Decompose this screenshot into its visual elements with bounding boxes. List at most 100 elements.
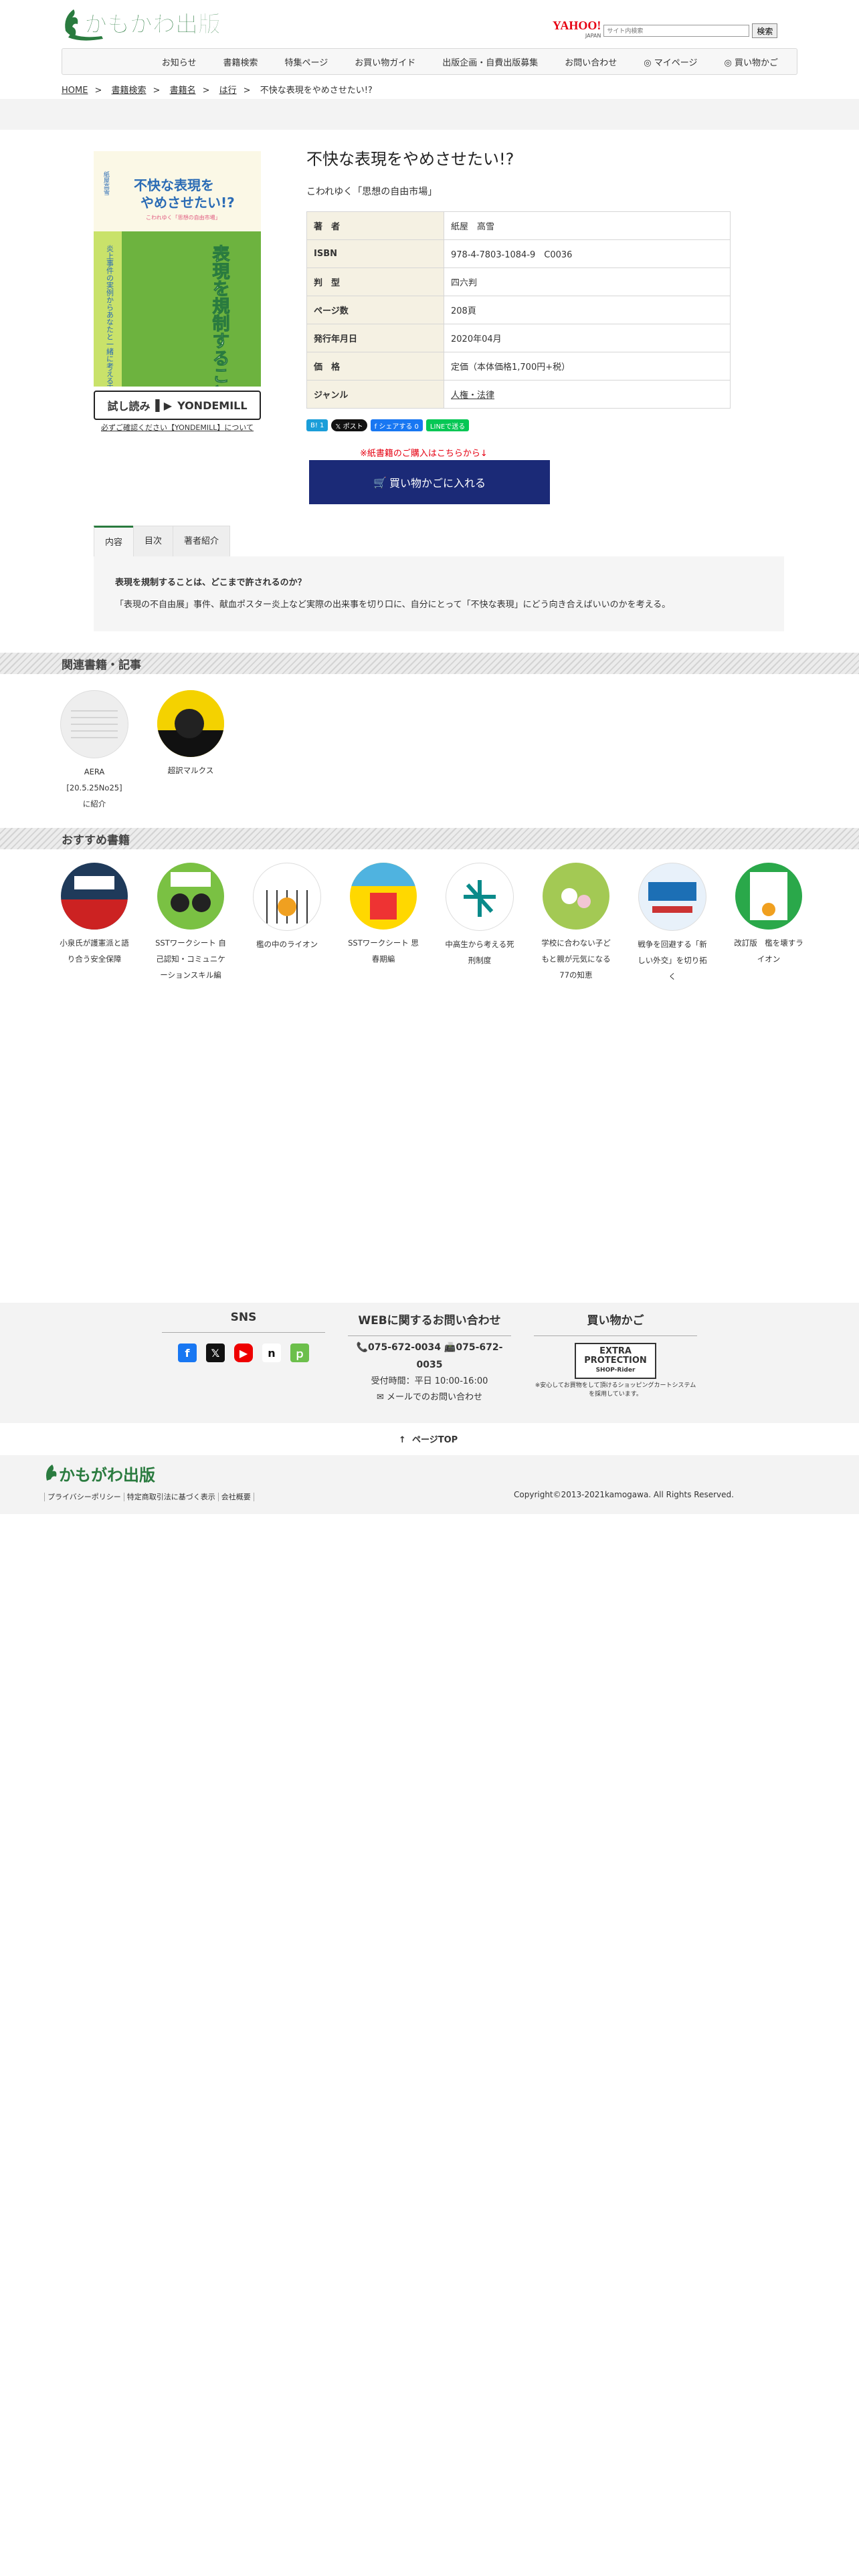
related-item[interactable]: 超訳マルクス (154, 690, 227, 778)
spec-row: 著 者紙屋 高雪 (306, 211, 731, 240)
footer: SNS f 𝕏 ▶ n ｐ WEBに関するお問い合わせ 📞075-672-003… (0, 1303, 859, 1423)
site-search: YAHOO!JAPAN 検索 (553, 19, 778, 41)
related-thumb (157, 690, 224, 757)
book-cover: 紙屋高雪 不快な表現を やめさせたい!? こわれゆく「思想の自由市場」 表現を規… (94, 151, 261, 387)
recommended-thumb (157, 863, 224, 930)
contact-title: WEBに関するお問い合わせ (348, 1311, 511, 1336)
extra-protection-badge: EXTRA PROTECTION SHOP-Rider (575, 1343, 656, 1379)
nav-shopping-guide[interactable]: お買い物ガイド (341, 56, 429, 68)
nav-features[interactable]: 特集ページ (271, 56, 341, 68)
breadcrumb-home[interactable]: HOME (62, 86, 88, 96)
tab-author[interactable]: 著者紹介 (173, 526, 231, 558)
spec-row: 判 型四六判 (306, 267, 731, 296)
site-logo[interactable]: かもがわ出版 (62, 4, 262, 43)
related-item[interactable]: AERA [20.5.25No25] に紹介 (58, 690, 131, 812)
tab-panel: 表現を規制することは、どこまで許されるのか？ 「表現の不自由展」事件、献血ポスタ… (94, 556, 784, 631)
spec-row: 価 格定価（本体価格1,700円+税） (306, 352, 731, 381)
tab-content[interactable]: 内容 (94, 526, 134, 558)
svg-text:かもがわ出版: かもがわ出版 (59, 1466, 155, 1485)
svg-text:不快な表現を: 不快な表現を (134, 177, 214, 193)
cart-title: 買い物かご (534, 1311, 697, 1336)
mail-icon: ✉ (376, 1392, 384, 1402)
nav-publishing[interactable]: 出版企画・自費出版募集 (429, 56, 551, 68)
recommended-item[interactable]: 檻の中のライオン (250, 863, 324, 952)
recommended-item[interactable]: 改訂版 檻を壊すライオン (732, 863, 805, 967)
recommended-thumb (253, 863, 321, 931)
recommended-thumb (61, 863, 128, 930)
add-to-cart-button[interactable]: 🛒 買い物かごに入れる (309, 460, 550, 504)
recommended-item[interactable]: 中高生から考える死刑制度 (443, 863, 516, 968)
hatena-button[interactable]: B! 1 (306, 419, 328, 431)
nav-cart[interactable]: ◎ 買い物かご (711, 56, 792, 68)
spec-row: ページ数 208頁 (306, 296, 731, 324)
svg-text:やめさせたい!?: やめさせたい!? (140, 195, 235, 211)
breadcrumb: HOME > 書籍検索 > 書籍名 > は行 > 不快な表現をやめさせたい!? (62, 86, 373, 96)
recommended-item[interactable]: SSTワークシート 自己認知・コミュニケーションスキル編 (154, 863, 227, 983)
recommended-thumb (350, 863, 417, 930)
yondemill-note-link[interactable]: 必ずご確認ください【YONDEMILL】について (94, 422, 261, 433)
facebook-icon[interactable]: f (178, 1344, 197, 1362)
note-icon[interactable]: n (262, 1344, 281, 1362)
related-thumb (60, 690, 128, 758)
spec-row: ISBN 978-4-7803-1084-9 C0036 (306, 239, 731, 268)
content-body: 「表現の不自由展」事件、献血ポスター炎上など実際の出来事を切り口に、自分にとって… (115, 600, 671, 610)
svg-text:こわれゆく「思想の自由市場」: こわれゆく「思想の自由市場」 (146, 214, 221, 221)
book-spec-table: 著 者紙屋 高雪 ISBN 978-4-7803-1084-9 C0036 判 型… (306, 211, 731, 409)
x-icon[interactable]: 𝕏 (206, 1344, 225, 1362)
x-post-button[interactable]: 𝕏 ポスト (331, 419, 367, 431)
svg-text:炎上事件の実例からあなたと一緒に考える表現の自由: 炎上事件の実例からあなたと一緒に考える表現の自由 (106, 245, 114, 387)
related-title: 関連書籍・記事 (62, 659, 141, 672)
recommended-item[interactable]: 学校に合わない子どもと親が元気になる77の知恵 (539, 863, 613, 983)
user-icon: ◎ (644, 58, 652, 68)
page-top-link[interactable]: ↑ ページTOP (399, 1432, 458, 1445)
arrow-up-icon: ↑ (399, 1435, 406, 1445)
fax-icon: 📠 (444, 1342, 456, 1353)
book-title: 不快な表現をやめさせたい!? (306, 150, 514, 169)
breadcrumb-search[interactable]: 書籍検索 (112, 86, 147, 96)
book-subtitle: こわれゆく「思想の自由市場」 (306, 187, 438, 197)
mail-contact-link[interactable]: ✉ メールでのお問い合わせ (348, 1390, 511, 1406)
nav-book-search[interactable]: 書籍検索 (209, 56, 271, 68)
line-share-button[interactable]: LINEで送る (425, 419, 470, 431)
yahoo-logo: YAHOO! JAPAN (553, 19, 601, 39)
facebook-share-button[interactable]: f シェアする 0 (370, 419, 423, 431)
footer-sns: SNS f 𝕏 ▶ n ｐ (162, 1311, 325, 1362)
breadcrumb-title[interactable]: 書籍名 (170, 86, 196, 96)
search-button[interactable]: 検索 (752, 23, 778, 38)
tab-toc[interactable]: 目次 (133, 526, 174, 558)
header-band (0, 99, 859, 130)
breadcrumb-current: 不快な表現をやめさせたい!? (260, 86, 373, 96)
genre-link[interactable]: 人権・法律 (451, 391, 494, 401)
blog-icon[interactable]: ｐ (290, 1344, 309, 1362)
svg-text:紙屋高雪: 紙屋高雪 (102, 171, 110, 196)
search-input[interactable] (603, 25, 750, 37)
detail-tabs: 内容 目次 著者紹介 (94, 526, 231, 558)
contact-hours: 受付時間：平日 10:00-16:00 (371, 1376, 488, 1386)
paper-book-note: ※紙書籍のご購入はこちらから↓ (360, 449, 488, 459)
recommended-item[interactable]: 小泉氏が護憲派と語り合う安全保障 (58, 863, 131, 967)
company-link[interactable]: 会社概要 (217, 1493, 254, 1501)
youtube-icon[interactable]: ▶ (234, 1344, 253, 1362)
recommended-item[interactable]: 戦争を回避する「新しい外交」を切り拓く (636, 863, 709, 984)
tokushoho-link[interactable]: 特定商取引法に基づく表示 (123, 1493, 218, 1501)
footer-logo[interactable]: かもがわ出版 (44, 1461, 178, 1490)
footer-contact: WEBに関するお問い合わせ 📞075-672-0034 📠075-672-003… (348, 1311, 511, 1406)
footer-links: プライバシーポリシー 特定商取引法に基づく表示 会社概要 (44, 1491, 260, 1502)
recommended-title: おすすめ書籍 (62, 834, 130, 847)
spec-row: ジャンル 人権・法律 (306, 380, 731, 409)
svg-text:表現を規制することはどこまで許されるのか?: 表現を規制することはどこまで許されるのか? (209, 245, 229, 387)
breadcrumb-ha[interactable]: は行 (219, 86, 237, 96)
recommended-thumb (735, 863, 802, 930)
recommended-thumb (638, 863, 706, 931)
related-label: 超訳マルクス (167, 766, 214, 775)
content-heading: 表現を規制することは、どこまで許されるのか？ (115, 578, 306, 588)
recommended-thumb (446, 863, 514, 931)
cart-icon: 🛒 (373, 475, 387, 489)
nav-contact[interactable]: お問い合わせ (551, 56, 630, 68)
copyright: Copyright©2013-2021kamogawa. All Rights … (514, 1490, 734, 1499)
nav-mypage[interactable]: ◎ マイページ (630, 56, 710, 68)
nav-news[interactable]: お知らせ (149, 56, 210, 68)
recommended-item[interactable]: SSTワークシート 思春期編 (347, 863, 420, 967)
try-read-button[interactable]: 試し読み ▌▶ YONDEMILL (94, 391, 261, 420)
privacy-link[interactable]: プライバシーポリシー (44, 1493, 124, 1501)
